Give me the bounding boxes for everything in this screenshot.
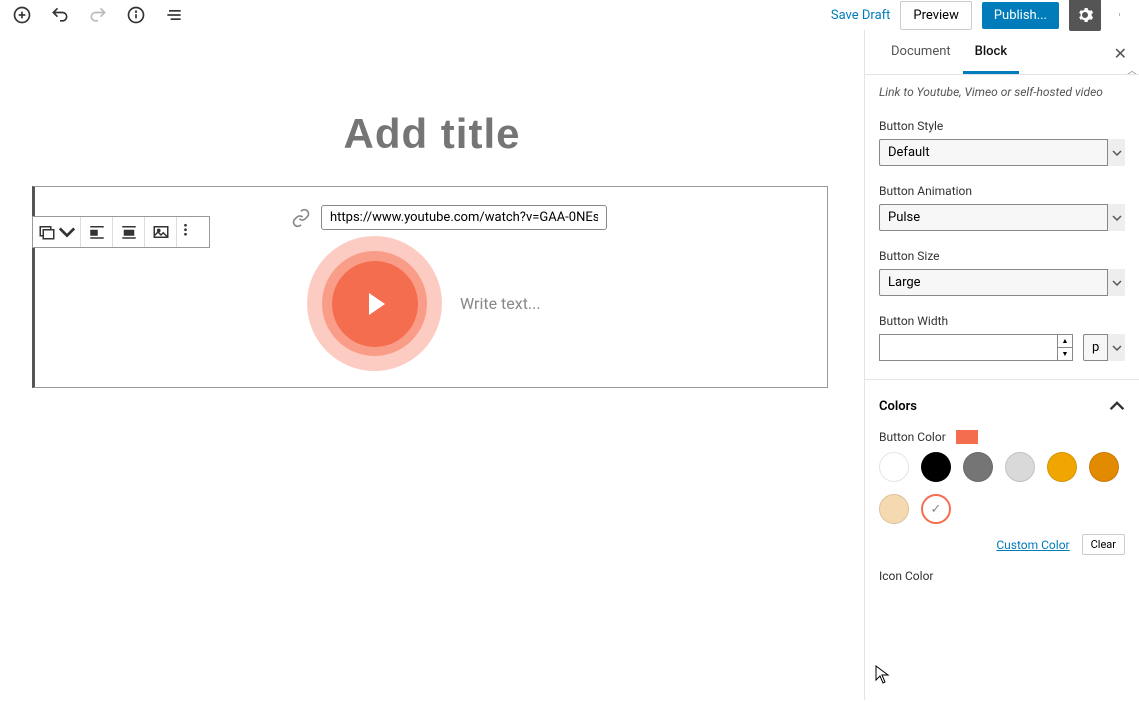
align-left-icon[interactable] <box>81 217 113 247</box>
align-center-icon[interactable] <box>113 217 145 247</box>
swatch-cream[interactable] <box>879 494 909 524</box>
button-animation-label: Button Animation <box>879 184 1125 198</box>
button-width-label: Button Width <box>879 314 1125 328</box>
link-icon <box>291 208 311 228</box>
clear-button[interactable]: Clear <box>1082 534 1125 555</box>
field-button-style: Button Style Default <box>879 119 1125 166</box>
button-color-row: Button Color <box>879 430 1125 444</box>
color-swatches <box>879 452 1125 524</box>
more-menu-icon[interactable] <box>1111 0 1131 31</box>
swatch-lightgray[interactable] <box>1005 452 1035 482</box>
color-actions: Custom Color Clear <box>879 534 1125 555</box>
button-style-label: Button Style <box>879 119 1125 133</box>
info-icon[interactable] <box>126 5 146 25</box>
undo-icon[interactable] <box>50 5 70 25</box>
swatch-black[interactable] <box>921 452 951 482</box>
button-size-select[interactable]: Large <box>879 269 1125 296</box>
settings-button[interactable] <box>1069 0 1101 31</box>
redo-icon[interactable] <box>88 5 108 25</box>
image-icon[interactable] <box>145 217 177 247</box>
swatch-orange[interactable] <box>1089 452 1119 482</box>
tab-block[interactable]: Block <box>963 30 1019 74</box>
field-button-width: Button Width ▲ ▼ px <box>879 314 1125 361</box>
button-animation-select[interactable]: Pulse <box>879 204 1125 231</box>
play-button[interactable] <box>307 236 442 371</box>
video-url-input[interactable] <box>321 205 607 230</box>
spin-up-icon[interactable]: ▲ <box>1057 335 1072 348</box>
sidebar-body: Link to Youtube, Vimeo or self-hosted vi… <box>865 75 1139 597</box>
play-row: Write text... <box>307 236 811 371</box>
width-unit-select[interactable]: px <box>1083 334 1125 361</box>
colors-section-header[interactable]: Colors <box>879 392 1125 420</box>
outline-icon[interactable] <box>164 5 184 25</box>
block-more-icon[interactable] <box>177 217 209 247</box>
current-color-swatch <box>956 430 978 444</box>
settings-sidebar: ︿ Document Block ✕ Link to Youtube, Vime… <box>864 30 1139 700</box>
icon-color-label: Icon Color <box>879 569 1125 583</box>
block-toolbar <box>32 216 210 248</box>
swatch-white[interactable] <box>879 452 909 482</box>
preview-button[interactable]: Preview <box>900 1 971 30</box>
number-spinner: ▲ ▼ <box>1057 335 1072 360</box>
block-type-icon[interactable] <box>33 217 81 247</box>
field-button-size: Button Size Large <box>879 249 1125 296</box>
divider <box>865 379 1139 380</box>
play-icon <box>369 293 385 315</box>
main-area: Write text... ︿ Document Block ✕ Link to… <box>0 30 1139 700</box>
button-size-label: Button Size <box>879 249 1125 263</box>
colors-title: Colors <box>879 399 917 414</box>
toolbar-right: Save Draft Preview Publish... <box>831 0 1131 31</box>
spin-down-icon[interactable]: ▼ <box>1057 348 1072 360</box>
chevron-up-icon <box>1109 398 1125 414</box>
tab-document[interactable]: Document <box>879 30 963 74</box>
post-title-input[interactable] <box>0 110 864 158</box>
close-sidebar-icon[interactable]: ✕ <box>1114 44 1127 63</box>
button-style-select[interactable]: Default <box>879 139 1125 166</box>
sidebar-tabs: Document Block ✕ <box>865 30 1139 75</box>
top-toolbar: Save Draft Preview Publish... <box>0 0 1139 30</box>
help-text: Link to Youtube, Vimeo or self-hosted vi… <box>879 83 1125 101</box>
field-button-animation: Button Animation Pulse <box>879 184 1125 231</box>
add-block-icon[interactable] <box>12 5 32 25</box>
swatch-yellow[interactable] <box>1047 452 1077 482</box>
save-draft-link[interactable]: Save Draft <box>831 8 891 23</box>
editor-canvas: Write text... <box>0 30 864 700</box>
button-color-label: Button Color <box>879 430 946 444</box>
toolbar-left <box>8 5 184 25</box>
url-row <box>291 205 811 230</box>
custom-color-link[interactable]: Custom Color <box>996 538 1069 552</box>
swatch-selected[interactable] <box>921 494 951 524</box>
text-placeholder[interactable]: Write text... <box>460 294 541 313</box>
button-width-input[interactable] <box>879 334 1073 361</box>
swatch-gray[interactable] <box>963 452 993 482</box>
publish-button[interactable]: Publish... <box>982 2 1059 29</box>
